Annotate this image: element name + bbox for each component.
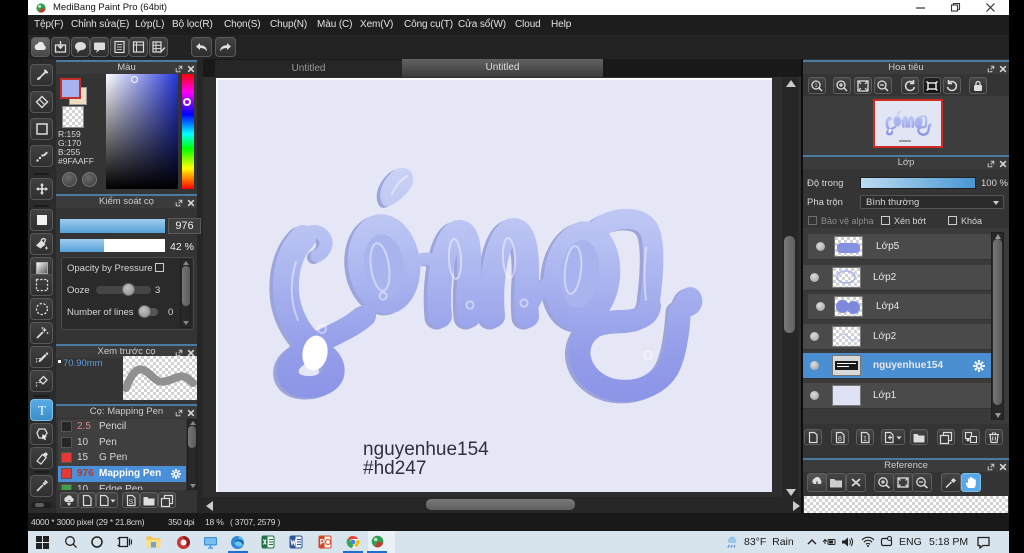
- svg-text:S: S: [129, 499, 134, 506]
- svg-text:8: 8: [838, 436, 842, 443]
- svg-text:1: 1: [814, 83, 817, 89]
- svg-text:T: T: [38, 403, 46, 418]
- svg-text:1: 1: [863, 436, 867, 443]
